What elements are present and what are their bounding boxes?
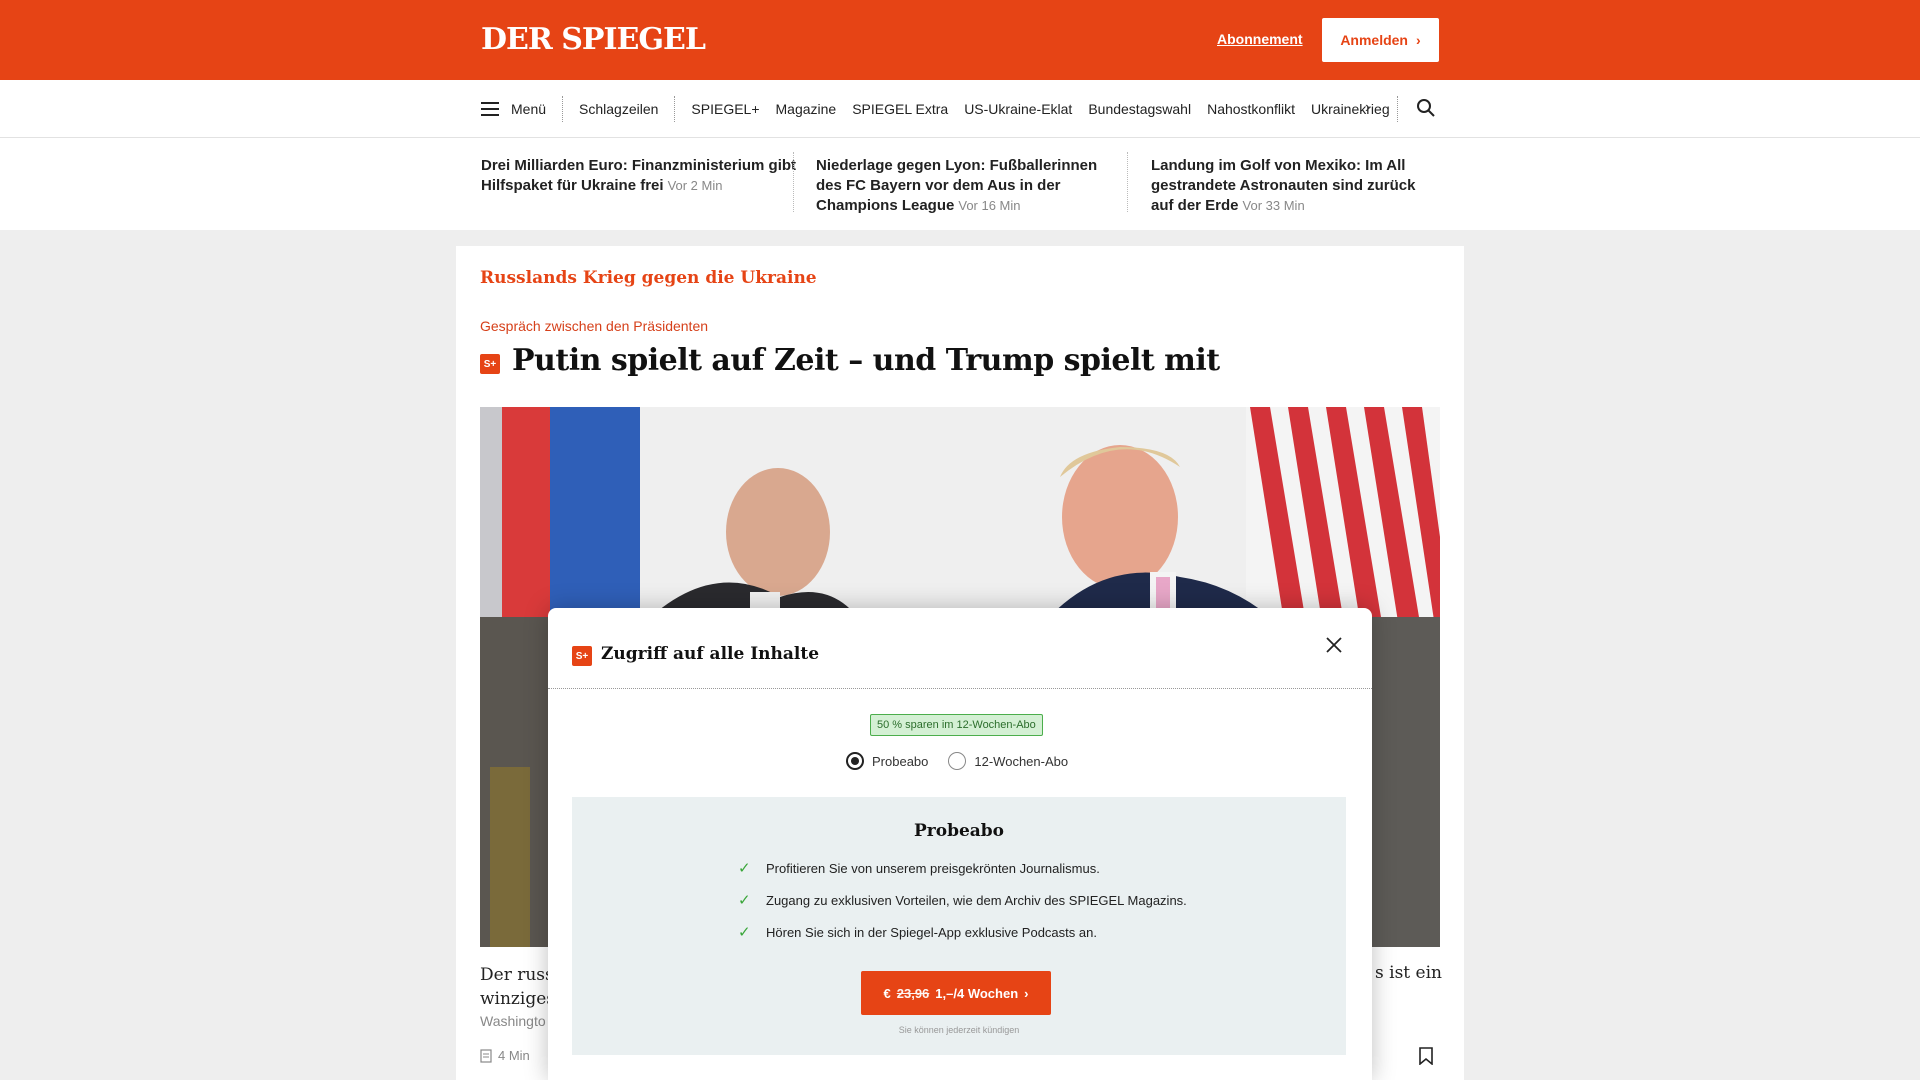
- article-subkicker: Gespräch zwischen den Präsidenten: [480, 318, 709, 334]
- nav-item-schlagzeilen[interactable]: Schlagzeilen: [579, 101, 658, 117]
- article-headline[interactable]: Putin spielt auf Zeit – und Trump spielt…: [512, 343, 1220, 378]
- nav-divider: [674, 96, 676, 122]
- ticker-item-time: Vor 16 Min: [958, 198, 1021, 213]
- ticker-divider: [793, 152, 794, 212]
- chevron-right-icon: ›: [1024, 985, 1029, 1001]
- nav-item-us-ukraine-eklat[interactable]: US-Ukraine-Eklat: [964, 101, 1072, 117]
- radio-label[interactable]: Probeabo: [872, 754, 928, 769]
- news-ticker: Drei Milliarden Euro: Finanzministerium …: [0, 138, 1920, 230]
- login-button-label: Anmelden: [1340, 32, 1408, 48]
- offer-title: Probeabo: [913, 821, 1005, 841]
- article-location: Washingto: [480, 1013, 546, 1029]
- subscribe-button[interactable]: € 23,96 1,–/4 Wochen ›: [861, 971, 1051, 1015]
- check-icon: ✓: [738, 860, 751, 877]
- ticker-item-time: Vor 33 Min: [1242, 198, 1305, 213]
- hamburger-menu-icon[interactable]: [481, 102, 499, 116]
- chevron-right-icon[interactable]: ›: [1365, 99, 1370, 117]
- nav-divider: [1397, 96, 1398, 122]
- savings-badge: 50 % sparen im 12-Wochen-Abo: [870, 714, 1043, 736]
- read-time: 4 Min: [480, 1048, 530, 1063]
- spiegel-plus-icon: S+: [480, 354, 500, 374]
- menu-button[interactable]: Menü: [511, 101, 546, 117]
- ticker-item[interactable]: Drei Milliarden Euro: Finanzministerium …: [481, 156, 801, 196]
- benefit-text: Hören Sie sich in der Spiegel-App exklus…: [766, 924, 1097, 940]
- plan-selector: Probeabo 12-Wochen-Abo: [846, 752, 1088, 770]
- spiegel-logo[interactable]: DER SPIEGEL: [481, 22, 706, 58]
- read-time-label: 4 Min: [498, 1048, 530, 1063]
- radio-12-wochen-abo[interactable]: [948, 752, 967, 770]
- benefit-item: ✓ Zugang zu exklusiven Vorteilen, wie de…: [738, 891, 1187, 909]
- benefit-item: ✓ Profitieren Sie von unserem preisgekrö…: [738, 859, 1100, 877]
- check-icon: ✓: [738, 892, 751, 909]
- main-navigation: Menü Schlagzeilen SPIEGEL+ Magazine SPIE…: [0, 80, 1920, 138]
- chevron-right-icon: ›: [1416, 32, 1421, 48]
- search-icon[interactable]: [1416, 98, 1436, 118]
- radio-label[interactable]: 12-Wochen-Abo: [974, 754, 1068, 769]
- ticker-item-title: Drei Milliarden Euro: Finanzministerium …: [481, 157, 797, 194]
- radio-probeabo[interactable]: [846, 752, 864, 770]
- ticker-item[interactable]: Niederlage gegen Lyon: Fußballerinnen de…: [816, 156, 1116, 216]
- ticker-item-time: Vor 2 Min: [667, 178, 723, 193]
- nav-item-nahostkonflikt[interactable]: Nahostkonflikt: [1207, 101, 1295, 117]
- subscription-link[interactable]: Abonnement: [1217, 31, 1303, 47]
- bookmark-icon[interactable]: [1419, 1047, 1433, 1065]
- ticker-item[interactable]: Landung im Golf von Mexiko: Im All gestr…: [1151, 156, 1441, 216]
- article-kicker[interactable]: Russlands Krieg gegen die Ukraine: [480, 268, 817, 288]
- login-button[interactable]: Anmelden ›: [1322, 18, 1439, 62]
- article-teaser-right: s ist ein: [1375, 963, 1442, 983]
- cta-currency: €: [883, 985, 891, 1001]
- benefit-text: Zugang zu exklusiven Vorteilen, wie dem …: [766, 892, 1187, 908]
- offer-box: Probeabo ✓ Profitieren Sie von unserem p…: [572, 797, 1346, 1055]
- nav-item-spiegel-plus[interactable]: SPIEGEL+: [691, 101, 759, 117]
- check-icon: ✓: [738, 924, 751, 941]
- nav-divider: [562, 96, 564, 122]
- nav-item-bundestagswahl[interactable]: Bundestagswahl: [1088, 101, 1191, 117]
- article-icon: [480, 1048, 492, 1063]
- modal-header: S+ Zugriff auf alle Inhalte: [548, 608, 1372, 689]
- cancel-note: Sie können jederzeit kündigen: [898, 1025, 1020, 1035]
- benefit-text: Profitieren Sie von unserem preisgekrönt…: [766, 860, 1100, 876]
- cta-old-price: 23,96: [896, 985, 930, 1001]
- ticker-divider: [1127, 152, 1128, 212]
- paywall-modal: S+ Zugriff auf alle Inhalte 50 % sparen …: [548, 608, 1372, 1080]
- close-icon[interactable]: [1325, 636, 1343, 654]
- ticker-item-title: Niederlage gegen Lyon: Fußballerinnen de…: [816, 157, 1098, 214]
- top-bar: DER SPIEGEL Abonnement Anmelden ›: [0, 0, 1920, 80]
- nav-item-magazine[interactable]: Magazine: [776, 101, 837, 117]
- modal-title: Zugriff auf alle Inhalte: [601, 644, 820, 664]
- spiegel-plus-icon: S+: [572, 646, 592, 666]
- benefit-item: ✓ Hören Sie sich in der Spiegel-App exkl…: [738, 923, 1097, 941]
- nav-item-spiegel-extra[interactable]: SPIEGEL Extra: [852, 101, 948, 117]
- nav-item-ukrainekrieg[interactable]: Ukrainekrieg: [1311, 101, 1390, 117]
- cta-price: 1,–/4 Wochen: [935, 985, 1019, 1001]
